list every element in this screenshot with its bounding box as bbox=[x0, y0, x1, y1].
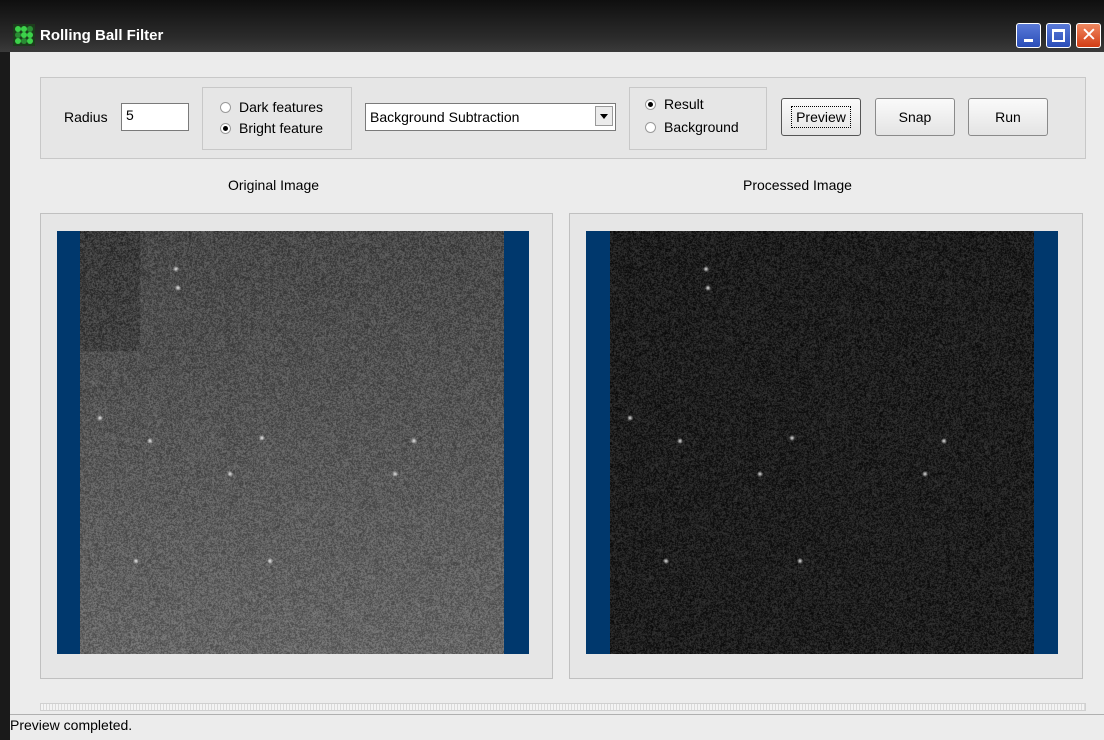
background-label: Background bbox=[664, 119, 739, 135]
app-window: Rolling Ball Filter ✕ Radius 5 Dark feat… bbox=[0, 0, 1104, 740]
minimize-button[interactable] bbox=[1016, 23, 1041, 48]
background-radio[interactable]: Background bbox=[645, 119, 739, 135]
preview-button-label: Preview bbox=[791, 106, 851, 128]
processed-image-frame bbox=[586, 231, 1058, 654]
original-image-frame bbox=[57, 231, 529, 654]
radio-result-indicator bbox=[645, 98, 656, 110]
status-bar bbox=[10, 714, 1104, 740]
original-image-title: Original Image bbox=[228, 177, 320, 193]
snap-button[interactable]: Snap bbox=[875, 98, 955, 136]
bright-feature-radio[interactable]: Bright feature bbox=[220, 120, 323, 136]
close-button[interactable]: ✕ bbox=[1076, 23, 1101, 48]
run-button[interactable]: Run bbox=[968, 98, 1048, 136]
run-button-label: Run bbox=[995, 109, 1021, 125]
processed-image-title: Processed Image bbox=[743, 177, 852, 193]
original-image[interactable] bbox=[80, 231, 504, 654]
result-label: Result bbox=[664, 96, 704, 112]
maximize-icon bbox=[1052, 29, 1065, 42]
radius-label: Radius bbox=[64, 109, 108, 125]
chevron-down-icon[interactable] bbox=[595, 106, 613, 126]
minimize-icon bbox=[1024, 39, 1033, 42]
window-title: Rolling Ball Filter bbox=[40, 27, 164, 44]
method-select[interactable]: Background Subtraction bbox=[365, 103, 616, 131]
radio-bright-indicator bbox=[220, 122, 231, 134]
snap-button-label: Snap bbox=[898, 109, 932, 125]
processed-image[interactable] bbox=[610, 231, 1034, 654]
status-text: Preview completed. bbox=[10, 717, 133, 733]
bright-feature-label: Bright feature bbox=[239, 120, 324, 136]
window-left-frame bbox=[0, 52, 10, 740]
maximize-button[interactable] bbox=[1046, 23, 1071, 48]
close-icon: ✕ bbox=[1081, 24, 1097, 46]
radio-dark-indicator bbox=[220, 101, 231, 113]
preview-button[interactable]: Preview bbox=[781, 98, 861, 136]
dark-features-radio[interactable]: Dark features bbox=[220, 99, 323, 115]
result-radio[interactable]: Result bbox=[645, 96, 704, 112]
app-icon bbox=[13, 24, 35, 46]
title-bar[interactable]: Rolling Ball Filter ✕ bbox=[0, 0, 1104, 52]
radius-input[interactable]: 5 bbox=[121, 103, 189, 131]
radio-background-indicator bbox=[645, 121, 656, 133]
method-select-value: Background Subtraction bbox=[370, 109, 520, 125]
dark-features-label: Dark features bbox=[239, 99, 324, 115]
progress-bar bbox=[40, 703, 1086, 711]
feature-type-group bbox=[202, 87, 352, 150]
